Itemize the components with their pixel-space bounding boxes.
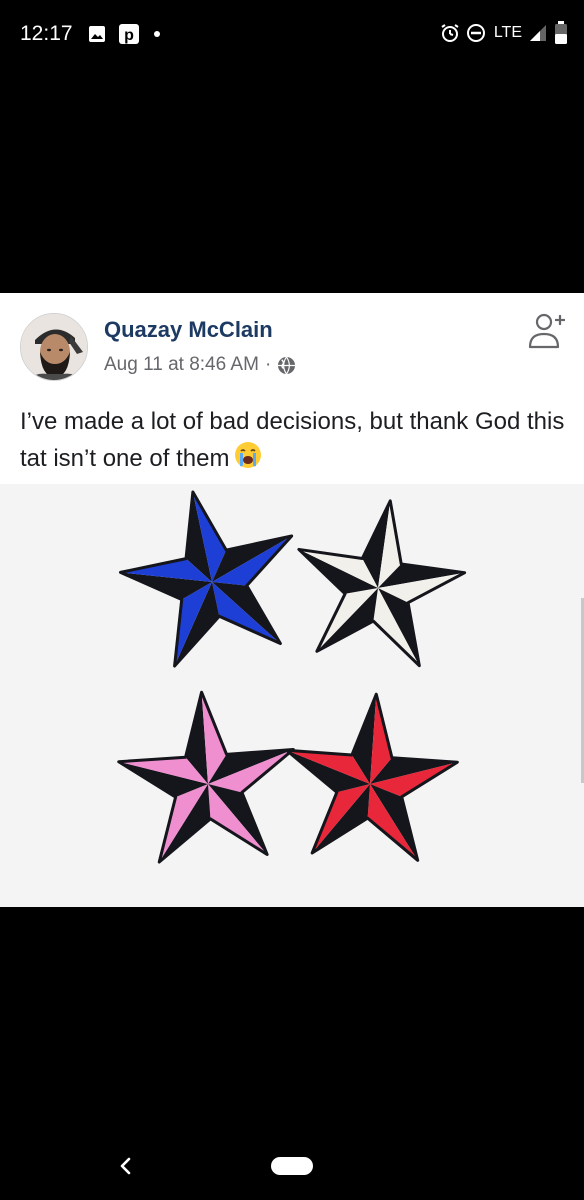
- alarm-icon: [440, 23, 460, 43]
- post-meta: Aug 11 at 8:46 AM ·: [104, 354, 296, 376]
- battery-icon: [554, 21, 568, 45]
- image-icon: [88, 25, 106, 43]
- crying-face-emoji: [233, 440, 263, 481]
- star-top-left: [119, 490, 294, 668]
- post-card: Quazay McClain Aug 11 at 8:46 AM · I’ve …: [0, 293, 584, 907]
- back-button[interactable]: [112, 1150, 140, 1182]
- network-type: LTE: [493, 24, 522, 41]
- back-chevron-icon: [120, 1157, 131, 1175]
- status-bar: 12:17 p LTE: [0, 0, 584, 70]
- post-image[interactable]: [0, 484, 584, 907]
- status-time: 12:17: [20, 22, 73, 45]
- avatar[interactable]: [20, 313, 88, 381]
- globe-icon: [277, 356, 296, 375]
- author-name[interactable]: Quazay McClain: [104, 317, 273, 343]
- nautical-stars-image: [117, 490, 467, 864]
- add-friend-button[interactable]: [526, 309, 570, 353]
- status-left-icons: p: [88, 23, 162, 45]
- home-button[interactable]: [271, 1157, 313, 1175]
- meta-separator: ·: [264, 354, 272, 375]
- status-right-icons: LTE: [440, 21, 568, 45]
- add-friend-icon: [528, 313, 565, 349]
- parking-app-icon: p: [118, 23, 140, 45]
- post-text-body: I’ve made a lot of bad decisions, but th…: [20, 408, 565, 472]
- post-text: I’ve made a lot of bad decisions, but th…: [20, 404, 568, 481]
- signal-icon: [528, 23, 548, 43]
- svg-text:p: p: [124, 27, 134, 44]
- star-bottom-left: [117, 690, 295, 864]
- post-timestamp[interactable]: Aug 11 at 8:46 AM: [104, 354, 259, 376]
- screen: 12:17 p LTE Quazay McClain Aug 11 at 8:4…: [0, 0, 584, 1200]
- do-not-disturb-icon: [466, 23, 486, 43]
- star-bottom-right: [285, 692, 459, 862]
- star-top-right: [297, 499, 467, 668]
- notification-dot-icon: [152, 29, 162, 39]
